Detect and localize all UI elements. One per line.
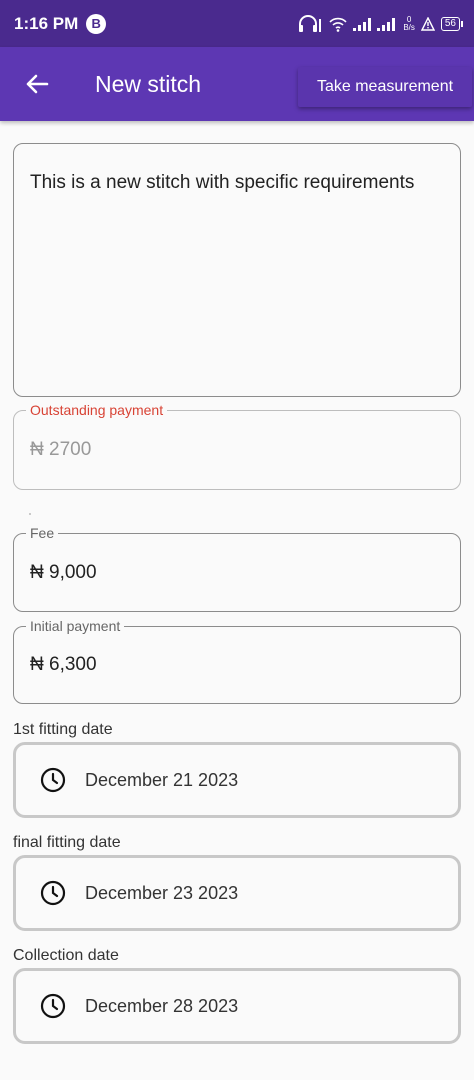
collection-date-picker[interactable]: December 28 2023 bbox=[13, 968, 461, 1044]
status-time: 1:16 PM bbox=[14, 13, 79, 33]
collection-date-label: Collection date bbox=[13, 947, 119, 964]
fee-value: ₦ 9,000 bbox=[30, 562, 97, 583]
final-fitting-label: final fitting date bbox=[13, 834, 121, 851]
fee-field[interactable]: Fee ₦ 9,000 bbox=[13, 525, 461, 612]
app-bar: New stitch Take measurement bbox=[0, 47, 474, 121]
notification-badge-icon: B bbox=[86, 13, 107, 34]
battery-icon: 56 bbox=[440, 16, 464, 31]
divider-dot bbox=[29, 513, 31, 515]
initial-payment-field[interactable]: Initial payment ₦ 6,300 bbox=[13, 618, 461, 704]
status-bar: 1:16 PM B 0 B/s 56 bbox=[0, 0, 474, 47]
final-fitting-date-value: December 23 2023 bbox=[85, 882, 239, 903]
collection-date-value: December 28 2023 bbox=[85, 995, 239, 1016]
wifi-icon bbox=[329, 17, 347, 32]
initial-payment-value: ₦ 6,300 bbox=[30, 654, 97, 675]
outstanding-payment-label: Outstanding payment bbox=[26, 402, 168, 418]
final-fitting-date-picker[interactable]: December 23 2023 bbox=[13, 855, 461, 931]
back-button[interactable] bbox=[0, 47, 74, 121]
take-measurement-button[interactable]: Take measurement bbox=[298, 67, 472, 107]
arrow-back-icon bbox=[26, 74, 49, 94]
signal-icon bbox=[353, 17, 396, 31]
first-fitting-date-picker[interactable]: December 21 2023 bbox=[13, 742, 461, 818]
notes-text: This is a new stitch with specific requi… bbox=[30, 172, 415, 193]
initial-payment-label: Initial payment bbox=[26, 618, 125, 634]
outstanding-payment-value: ₦ 2700 bbox=[30, 439, 92, 460]
headphones-icon bbox=[299, 14, 322, 32]
clock-icon bbox=[40, 880, 66, 906]
alert-icon bbox=[420, 16, 435, 31]
notes-field[interactable]: This is a new stitch with specific requi… bbox=[13, 143, 461, 397]
page-title: New stitch bbox=[95, 70, 202, 97]
first-fitting-date-value: December 21 2023 bbox=[85, 769, 239, 790]
net-speed: 0 B/s bbox=[403, 14, 415, 32]
clock-icon bbox=[40, 767, 66, 793]
fee-label: Fee bbox=[26, 525, 59, 541]
status-icons: 0 B/s 56 bbox=[297, 14, 464, 33]
first-fitting-label: 1st fitting date bbox=[13, 721, 113, 738]
clock-icon bbox=[40, 993, 66, 1019]
outstanding-payment-field: Outstanding payment ₦ 2700 bbox=[13, 402, 461, 490]
